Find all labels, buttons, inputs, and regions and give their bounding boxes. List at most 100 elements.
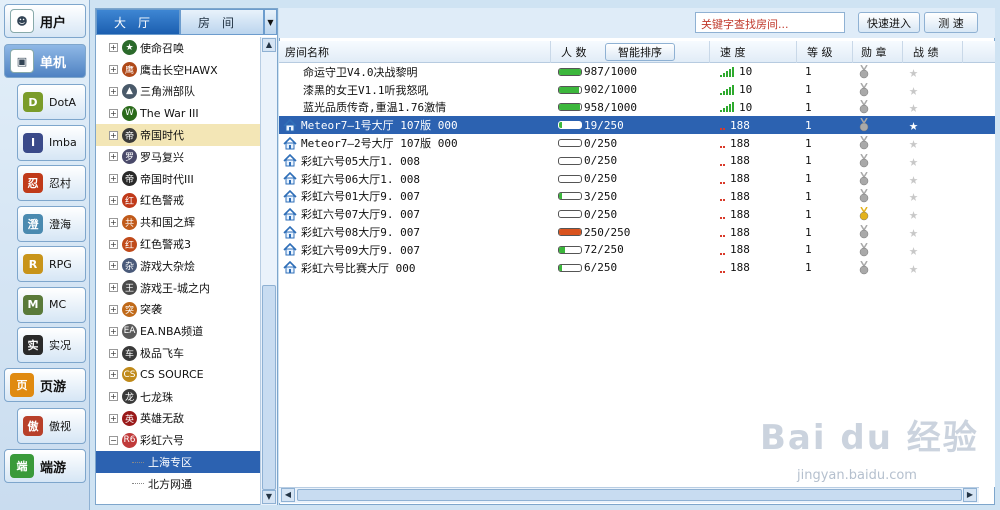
- tree-scroll-thumb[interactable]: [262, 285, 276, 490]
- tree-node-game[interactable]: + 帝帝国时代III: [96, 168, 261, 190]
- col-room-name[interactable]: 房间名称: [279, 41, 551, 63]
- room-level: 1: [805, 225, 812, 239]
- col-record[interactable]: 战 绩: [903, 41, 963, 63]
- tree-node-game[interactable]: + 英英雄无敌: [96, 408, 261, 430]
- tree-node-game[interactable]: + W The War III: [96, 102, 261, 124]
- expand-icon[interactable]: +: [109, 43, 118, 53]
- room-row[interactable]: 彩虹六号01大厅9. 007 3/250 188 1 ★: [279, 188, 995, 206]
- room-row[interactable]: 彩虹六号07大厅9. 007 0/250 188 1 ★: [279, 205, 995, 223]
- expand-icon[interactable]: +: [109, 304, 118, 314]
- nav-single-player-button[interactable]: ▣ 单机: [4, 44, 86, 78]
- room-row[interactable]: 蓝光品质传奇,重温1.76激情 958/1000 10 1 ★: [279, 99, 995, 117]
- nav-user-button[interactable]: ☻ 用户: [4, 4, 86, 38]
- nav-dota-button[interactable]: D DotA: [17, 84, 86, 120]
- room-people-cell: 0/250: [558, 205, 617, 223]
- tree-node-game[interactable]: − R6 彩虹六号: [96, 429, 261, 451]
- tree-node-game[interactable]: + 车极品飞车: [96, 342, 261, 364]
- scroll-up-icon[interactable]: ▲: [262, 38, 276, 52]
- tree-node-game[interactable]: + 共共和国之辉: [96, 211, 261, 233]
- room-name-cell: 彩虹六号09大厅9. 007: [283, 241, 420, 259]
- tree-node-game[interactable]: + 红红色警戒: [96, 190, 261, 212]
- tree-node-game[interactable]: + 突突袭: [96, 299, 261, 321]
- expand-icon[interactable]: +: [109, 217, 118, 227]
- room-row[interactable]: 彩虹六号比赛大厅 000 6/250 188 1 ★: [279, 259, 995, 277]
- nav-mc-button[interactable]: M MC: [17, 286, 86, 323]
- game-icon: ▲: [122, 83, 137, 99]
- tree-node-label: 罗马复兴: [140, 150, 184, 164]
- tree-node-game[interactable]: + 帝帝国时代: [96, 124, 261, 146]
- quick-join-button[interactable]: 快速进入: [858, 12, 920, 33]
- medal-icon: [859, 134, 869, 152]
- room-row[interactable]: 彩虹六号09大厅9. 007 72/250 188 1 ★: [279, 241, 995, 259]
- nav-imba-button[interactable]: I Imba: [17, 124, 86, 161]
- tree-node-zone[interactable]: 上海专区: [96, 451, 261, 473]
- expand-icon[interactable]: +: [109, 86, 118, 96]
- room-row[interactable]: 彩虹六号06大厅1. 008 0/250 188 1 ★: [279, 170, 995, 188]
- expand-icon[interactable]: +: [109, 65, 118, 75]
- room-row[interactable]: Meteor7—2号大厅 107版 000 0/250 188 1 ★: [279, 134, 995, 152]
- scroll-right-icon[interactable]: ▶: [963, 488, 977, 502]
- nav-ninja-button[interactable]: 忍忍村: [17, 165, 86, 201]
- room-h-scrollbar[interactable]: ◀ ▶: [279, 487, 979, 503]
- expand-icon[interactable]: +: [109, 130, 118, 140]
- tab-room[interactable]: 房间: [180, 9, 264, 35]
- occupancy-bar: [558, 139, 582, 148]
- room-row[interactable]: 彩虹六号08大厅9. 007 250/250 188 1 ★: [279, 223, 995, 241]
- expand-icon[interactable]: +: [109, 348, 118, 358]
- scroll-down-icon[interactable]: ▼: [262, 490, 276, 504]
- tree-scrollbar[interactable]: ▲ ▼: [260, 37, 277, 505]
- game-icon: 杂: [122, 258, 137, 274]
- scroll-left-icon[interactable]: ◀: [281, 488, 295, 502]
- room-h-scroll-thumb[interactable]: [297, 489, 962, 501]
- game-icon: 突: [122, 301, 137, 317]
- room-row[interactable]: 漆黑的女王V1.1听我怒吼 902/1000 10 1 ★: [279, 81, 995, 99]
- room-row[interactable]: 命运守卫V4.0决战黎明 987/1000 10 1 ★: [279, 63, 995, 81]
- tree-node-game[interactable]: + 王游戏王-城之内: [96, 277, 261, 299]
- tree-node-game[interactable]: + 鹰鹰击长空HAWX: [96, 59, 261, 81]
- room-search-input[interactable]: 关键字查找房间...: [695, 12, 845, 33]
- record-star-icon: ★: [909, 187, 919, 206]
- nav-soccer-button[interactable]: 实实况: [17, 327, 86, 363]
- tree-node-label: 三角洲部队: [140, 85, 195, 99]
- expand-icon[interactable]: +: [109, 283, 118, 293]
- nav-client-game-button[interactable]: 端端游: [4, 449, 86, 483]
- tree-node-game[interactable]: + CS CS SOURCE: [96, 364, 261, 386]
- room-row[interactable]: Meteor7—1号大厅 107版 000 19/250 188 1 ★: [279, 116, 995, 135]
- speed-test-button[interactable]: 测 速: [924, 12, 978, 33]
- nav-webgame-button[interactable]: 页页游: [4, 368, 86, 402]
- collapse-icon[interactable]: −: [109, 435, 118, 445]
- expand-icon[interactable]: +: [109, 370, 118, 380]
- tree-node-game[interactable]: + 龙七龙珠: [96, 386, 261, 408]
- nav-aoshi-button[interactable]: 傲傲视: [17, 408, 86, 444]
- tree-node-game[interactable]: + ★ 使命召唤: [96, 37, 261, 59]
- col-level[interactable]: 等 级: [797, 41, 853, 63]
- expand-icon[interactable]: +: [109, 392, 118, 402]
- tree-node-game[interactable]: + 罗罗马复兴: [96, 146, 261, 168]
- expand-icon[interactable]: +: [109, 413, 118, 423]
- room-row[interactable]: 彩虹六号05大厅1. 008 0/250 188 1 ★: [279, 152, 995, 170]
- game-icon: W: [122, 105, 137, 121]
- tab-dropdown-arrow-icon[interactable]: ▼: [264, 9, 277, 35]
- room-people-cell: 0/250: [558, 152, 617, 170]
- tree-node-game[interactable]: + EA EA.NBA频道: [96, 320, 261, 342]
- smart-sort-button[interactable]: 智能排序: [605, 43, 675, 61]
- expand-icon[interactable]: +: [109, 195, 118, 205]
- expand-icon[interactable]: +: [109, 239, 118, 249]
- col-medal[interactable]: 勋 章: [853, 41, 903, 63]
- expand-icon[interactable]: +: [109, 326, 118, 336]
- col-speed[interactable]: 速 度: [710, 41, 797, 63]
- tree-node-zone[interactable]: 北方网通: [96, 473, 261, 495]
- expand-icon[interactable]: +: [109, 261, 118, 271]
- tree-node-game[interactable]: + ▲ 三角洲部队: [96, 81, 261, 103]
- tree-node-game[interactable]: + 杂游戏大杂烩: [96, 255, 261, 277]
- tree-node-game[interactable]: + 红红色警戒3: [96, 233, 261, 255]
- nav-rpg-button[interactable]: R RPG: [17, 246, 86, 282]
- tab-hall[interactable]: 大厅: [96, 9, 180, 35]
- game-icon: 帝: [122, 171, 137, 187]
- tree-node-label: 游戏王-城之内: [140, 281, 210, 295]
- expand-icon[interactable]: +: [109, 152, 118, 162]
- expand-icon[interactable]: +: [109, 174, 118, 184]
- nav-chenghai-button[interactable]: 澄澄海: [17, 205, 86, 242]
- expand-icon[interactable]: +: [109, 108, 118, 118]
- tree-node-label: 彩虹六号: [140, 434, 184, 448]
